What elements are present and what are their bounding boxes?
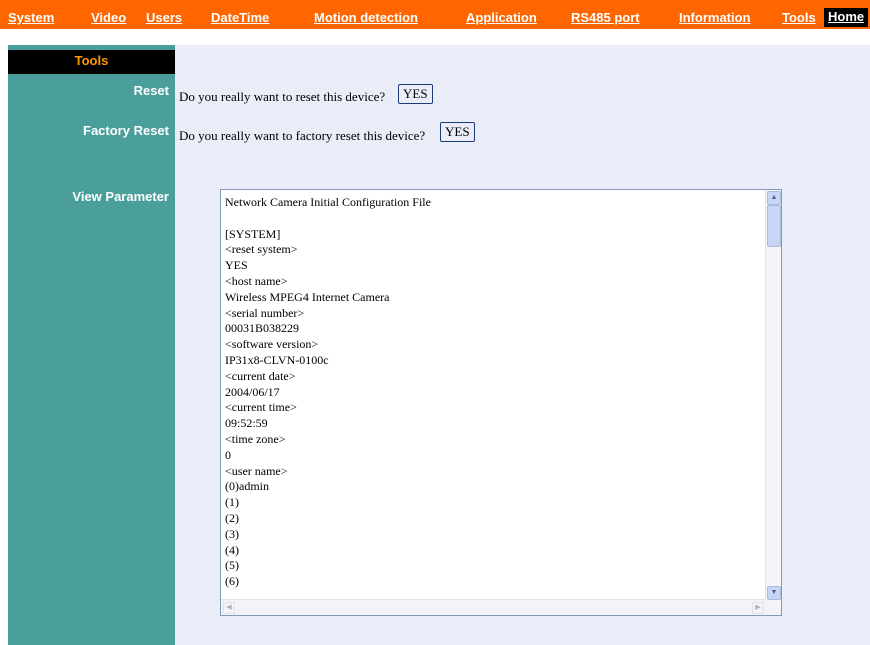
view-parameter-label: View Parameter bbox=[72, 189, 169, 204]
sidebar-header: Tools bbox=[8, 50, 175, 74]
nav-home[interactable]: Home bbox=[824, 8, 869, 27]
scroll-right-icon[interactable]: ▶ bbox=[752, 602, 764, 614]
nav-video[interactable]: Video bbox=[91, 10, 126, 25]
scroll-left-icon[interactable]: ◀ bbox=[223, 602, 235, 614]
factory-reset-label: Factory Reset bbox=[83, 123, 169, 138]
vertical-scrollbar[interactable]: ▲ ▼ bbox=[765, 190, 781, 601]
nav-datetime[interactable]: DateTime bbox=[211, 10, 269, 25]
nav-tools[interactable]: Tools bbox=[782, 10, 816, 25]
parameters-text: Network Camera Initial Configuration Fil… bbox=[225, 195, 431, 589]
nav-information[interactable]: Information bbox=[679, 10, 751, 25]
factory-reset-question: Do you really want to factory reset this… bbox=[179, 128, 426, 143]
nav-system[interactable]: System bbox=[8, 10, 54, 25]
scrollbar-corner bbox=[766, 600, 781, 615]
reset-yes-button[interactable]: YES bbox=[398, 84, 433, 104]
horizontal-scrollbar[interactable]: ◀ ▶ bbox=[221, 599, 766, 615]
nav-users[interactable]: Users bbox=[146, 10, 182, 25]
reset-question: Do you really want to reset this device? bbox=[179, 89, 386, 104]
nav-application[interactable]: Application bbox=[466, 10, 537, 25]
scroll-thumb[interactable] bbox=[767, 205, 781, 247]
reset-label: Reset bbox=[133, 83, 169, 98]
scroll-down-icon[interactable]: ▼ bbox=[767, 586, 781, 600]
scroll-up-icon[interactable]: ▲ bbox=[767, 191, 781, 205]
nav-rs485-port[interactable]: RS485 port bbox=[571, 10, 640, 25]
parameters-textarea[interactable]: Network Camera Initial Configuration Fil… bbox=[220, 189, 782, 616]
nav-motion-detection[interactable]: Motion detection bbox=[314, 10, 418, 25]
factory-reset-yes-button[interactable]: YES bbox=[440, 122, 475, 142]
